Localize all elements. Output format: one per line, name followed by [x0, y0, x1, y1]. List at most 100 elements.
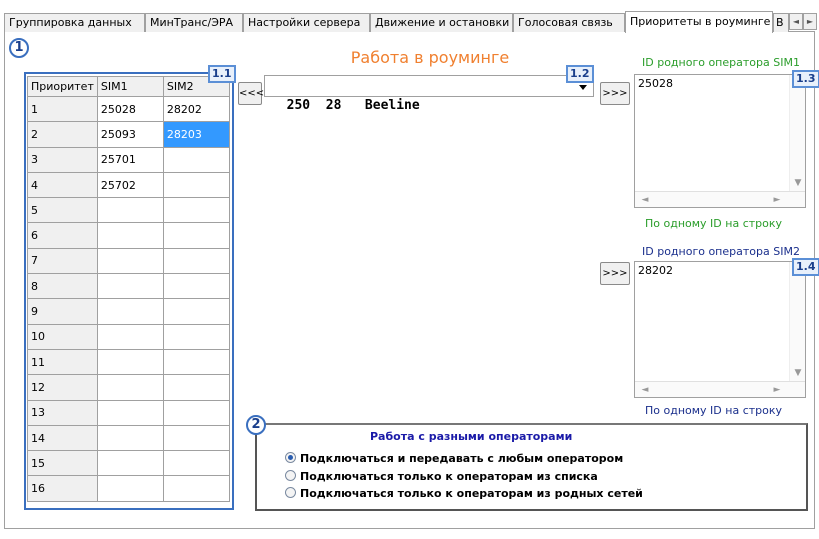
table-row[interactable]: 11: [27, 348, 230, 376]
sim2-cell[interactable]: 28203: [162, 121, 230, 148]
sim2-cell[interactable]: [162, 399, 230, 426]
sim1-home-list[interactable]: 25028 ▼ ◄ ►: [634, 74, 806, 208]
sim2-cell[interactable]: [162, 247, 230, 275]
radio-any-operator[interactable]: Подключаться и передавать с любым операт…: [285, 452, 623, 468]
row-header-cell[interactable]: 11: [27, 348, 98, 376]
tab-voice[interactable]: Голосовая связь: [513, 13, 625, 32]
sim1-hscrollbar[interactable]: ◄ ►: [635, 191, 805, 207]
sim1-cell[interactable]: [96, 424, 164, 452]
sim2-hscrollbar[interactable]: ◄ ►: [635, 381, 805, 397]
sim1-cell[interactable]: [96, 450, 164, 477]
tab-server-settings[interactable]: Настройки сервера: [243, 13, 370, 32]
row-header-cell[interactable]: 7: [27, 247, 98, 275]
table-row[interactable]: 16: [27, 475, 230, 502]
sim1-cell[interactable]: [96, 475, 164, 502]
sim1-cell[interactable]: [96, 323, 164, 350]
sim2-cell[interactable]: [162, 298, 230, 325]
sim2-cell[interactable]: [162, 450, 230, 477]
sim2-cell[interactable]: [162, 323, 230, 350]
table-row[interactable]: 7: [27, 247, 230, 275]
tab-movement-stops[interactable]: Движение и остановки: [370, 13, 513, 32]
sim2-cell[interactable]: [162, 475, 230, 502]
table-row[interactable]: 1 25028 28202: [27, 95, 230, 123]
table-row[interactable]: 8: [27, 273, 230, 300]
row-header-cell[interactable]: 4: [27, 171, 98, 199]
sim2-cell[interactable]: [162, 348, 230, 376]
list-item[interactable]: 28202: [638, 264, 802, 277]
row-header-cell[interactable]: 1: [27, 95, 98, 123]
list-item[interactable]: 25028: [638, 77, 802, 90]
table-row[interactable]: 3 25701: [27, 146, 230, 173]
chevron-down-icon[interactable]: [579, 85, 587, 90]
radio-unselected-icon[interactable]: [285, 470, 296, 481]
sim2-cell[interactable]: [162, 374, 230, 401]
tab-next-partial[interactable]: В: [773, 13, 789, 32]
row-header-cell[interactable]: 14: [27, 424, 98, 452]
sim2-cell[interactable]: [162, 146, 230, 173]
row-header-cell[interactable]: 5: [27, 197, 98, 224]
row-header-cell[interactable]: 9: [27, 298, 98, 325]
table-row[interactable]: 4 25702: [27, 171, 230, 199]
sim1-cell[interactable]: [96, 374, 164, 401]
tab-scroll-right-icon[interactable]: ►: [803, 13, 817, 30]
table-row[interactable]: 5: [27, 197, 230, 224]
tab-roaming-priorities[interactable]: Приоритеты в роуминге: [625, 11, 773, 33]
sim1-cell[interactable]: [96, 273, 164, 300]
row-header-cell[interactable]: 6: [27, 222, 98, 249]
tab-scroll-left-icon[interactable]: ◄: [789, 13, 803, 30]
scroll-down-icon[interactable]: ▼: [792, 177, 804, 189]
move-right-sim1-button[interactable]: >>>: [600, 82, 630, 105]
move-right-sim2-button[interactable]: >>>: [600, 262, 630, 285]
sim1-cell[interactable]: [96, 348, 164, 376]
sim2-cell[interactable]: [162, 171, 230, 199]
scroll-down-icon[interactable]: ▼: [792, 367, 804, 379]
table-row[interactable]: 9: [27, 298, 230, 325]
tab-data-grouping[interactable]: Группировка данных: [4, 13, 145, 32]
sim2-cell[interactable]: [162, 222, 230, 249]
sim1-cell[interactable]: 25702: [96, 171, 164, 199]
row-header-cell[interactable]: 12: [27, 374, 98, 401]
sim2-vscrollbar[interactable]: ▼: [789, 262, 805, 381]
table-row[interactable]: 10: [27, 323, 230, 350]
radio-label: Подключаться только к операторам из родн…: [300, 487, 643, 500]
radio-home-networks[interactable]: Подключаться только к операторам из родн…: [285, 487, 643, 503]
sim1-cell[interactable]: [96, 399, 164, 426]
sim1-cell[interactable]: 25028: [96, 95, 164, 123]
radio-selected-icon[interactable]: [285, 452, 296, 463]
scroll-right-icon[interactable]: ►: [771, 384, 783, 396]
sim2-cell[interactable]: [162, 197, 230, 224]
sim1-vscrollbar[interactable]: ▼: [789, 75, 805, 191]
row-header-cell[interactable]: 10: [27, 323, 98, 350]
sim1-cell[interactable]: 25701: [96, 146, 164, 173]
row-header-cell[interactable]: 13: [27, 399, 98, 426]
sim1-cell[interactable]: [96, 298, 164, 325]
table-row[interactable]: 12: [27, 374, 230, 401]
tab-mintrans-era[interactable]: МинТранс/ЭРА: [145, 13, 243, 32]
table-row[interactable]: 2 25093 28203: [27, 121, 230, 148]
sim1-cell[interactable]: [96, 197, 164, 224]
sim2-cell[interactable]: 28202: [162, 95, 230, 123]
sim1-cell[interactable]: [96, 247, 164, 275]
row-header-cell[interactable]: 15: [27, 450, 98, 477]
row-header-cell[interactable]: 8: [27, 273, 98, 300]
row-header-cell[interactable]: 3: [27, 146, 98, 173]
sim2-cell[interactable]: [162, 424, 230, 452]
operator-select[interactable]: 250 28 Beeline: [264, 75, 594, 113]
sim1-cell[interactable]: 25093: [96, 121, 164, 148]
radio-unselected-icon[interactable]: [285, 487, 296, 498]
sim2-home-list[interactable]: 28202 ▼ ◄ ►: [634, 261, 806, 398]
table-row[interactable]: 13: [27, 399, 230, 426]
table-row[interactable]: 15: [27, 450, 230, 477]
priority-table[interactable]: Приоритет SIM1 SIM2 1 25028 28202 2 25093 282…: [27, 76, 230, 502]
radio-list-operators[interactable]: Подключаться только к операторам из спис…: [285, 470, 598, 486]
table-row[interactable]: 6: [27, 222, 230, 249]
sim1-cell[interactable]: [96, 222, 164, 249]
sim2-cell[interactable]: [162, 273, 230, 300]
scroll-left-icon[interactable]: ◄: [639, 194, 651, 206]
scroll-left-icon[interactable]: ◄: [639, 384, 651, 396]
scroll-right-icon[interactable]: ►: [771, 194, 783, 206]
table-row[interactable]: 14: [27, 424, 230, 452]
move-left-button[interactable]: <<<: [238, 82, 264, 105]
row-header-cell[interactable]: 2: [27, 121, 98, 148]
row-header-cell[interactable]: 16: [27, 475, 98, 502]
